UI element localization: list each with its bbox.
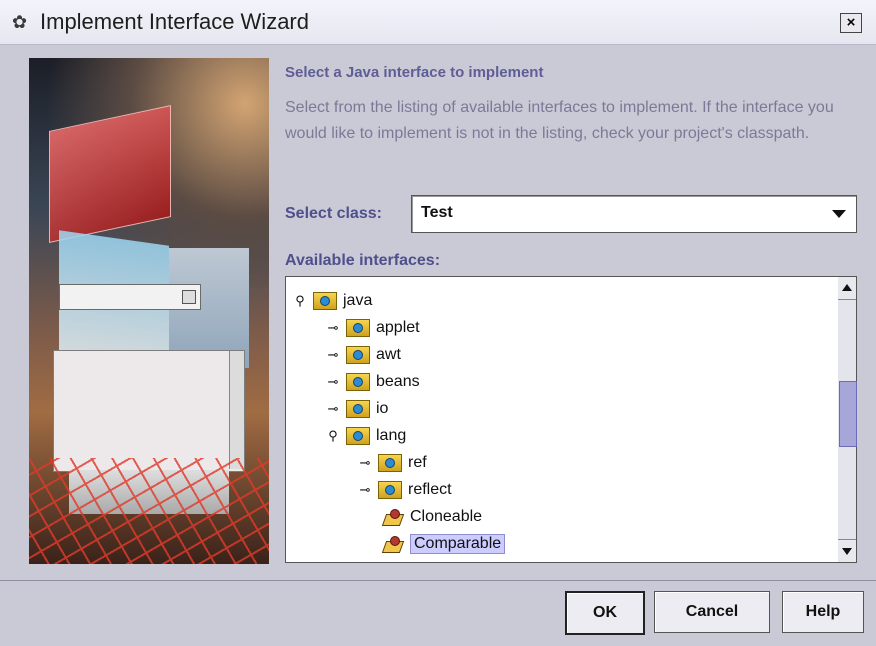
close-button[interactable]: × [840,13,862,33]
tree-node-lang[interactable]: ⚲ lang [326,423,406,449]
tree-node-applet[interactable]: ⊸ applet [326,315,420,341]
wizard-window: ✿ Implement Interface Wizard × Select a … [0,0,876,646]
tree-node-label: io [376,400,389,417]
package-folder-icon [346,319,370,337]
available-interfaces-label: Available interfaces: [285,252,441,269]
tree-node-label: reflect [408,481,452,498]
tree-node-java[interactable]: ⚲ java [293,288,372,314]
tree-node-label: ref [408,454,427,471]
package-folder-icon [378,454,402,472]
arrow-down-icon [842,548,852,555]
tree-node-io[interactable]: ⊸ io [326,396,388,422]
expand-handle-icon[interactable]: ⊸ [358,456,372,470]
cancel-button[interactable]: Cancel [654,591,770,633]
title-bar[interactable]: ✿ Implement Interface Wizard × [0,0,876,45]
interfaces-tree[interactable]: ⚲ java ⊸ applet ⊸ awt ⊸ beans ⊸ io ⚲ lan… [285,276,839,563]
tree-node-label: lang [376,427,407,444]
expand-handle-icon[interactable]: ⊸ [326,402,340,416]
ok-button[interactable]: OK [565,591,645,635]
tree-node-beans[interactable]: ⊸ beans [326,369,420,395]
tree-node-label: java [343,292,373,309]
tree-node-awt[interactable]: ⊸ awt [326,342,401,368]
expand-handle-icon[interactable]: ⊸ [326,321,340,335]
package-folder-icon [346,373,370,391]
scroll-thumb[interactable] [839,381,857,447]
tree-node-ref[interactable]: ⊸ ref [358,450,427,476]
interface-icon [382,508,404,526]
expand-handle-icon[interactable]: ⊸ [326,348,340,362]
collapse-handle-icon[interactable]: ⚲ [326,429,340,443]
expand-handle-icon[interactable]: ⊸ [358,483,372,497]
page-heading: Select a Java interface to implement [285,64,544,81]
tree-scrollbar[interactable] [838,276,857,563]
tree-node-label: Cloneable [410,508,483,525]
page-description: Select from the listing of available int… [285,99,834,142]
expand-handle-icon[interactable]: ⊸ [326,375,340,389]
select-class-value: Test [421,204,453,221]
package-folder-icon [313,292,337,310]
app-icon: ✿ [12,12,28,32]
package-folder-icon [346,400,370,418]
package-folder-icon [378,481,402,499]
tree-node-comparable[interactable]: Comparable [382,531,506,557]
tree-node-label: beans [376,373,420,390]
select-class-label: Select class: [285,205,382,222]
package-folder-icon [346,427,370,445]
collapse-handle-icon[interactable]: ⚲ [293,294,307,308]
package-folder-icon [346,346,370,364]
footer-separator [0,580,876,581]
tree-node-label: awt [376,346,401,363]
tree-node-reflect[interactable]: ⊸ reflect [358,477,452,503]
scroll-down-button[interactable] [838,539,856,562]
chevron-down-icon[interactable] [832,210,846,218]
help-button[interactable]: Help [782,591,864,633]
wizard-illustration [29,58,269,564]
window-title: Implement Interface Wizard [40,9,309,34]
tree-node-label: Comparable [410,534,506,554]
select-class-dropdown[interactable]: Test [411,195,857,233]
tree-node-label: applet [376,319,420,336]
tree-node-cloneable[interactable]: Cloneable [382,504,482,530]
arrow-up-icon [842,284,852,291]
interface-icon [382,535,404,553]
scroll-up-button[interactable] [838,277,856,300]
